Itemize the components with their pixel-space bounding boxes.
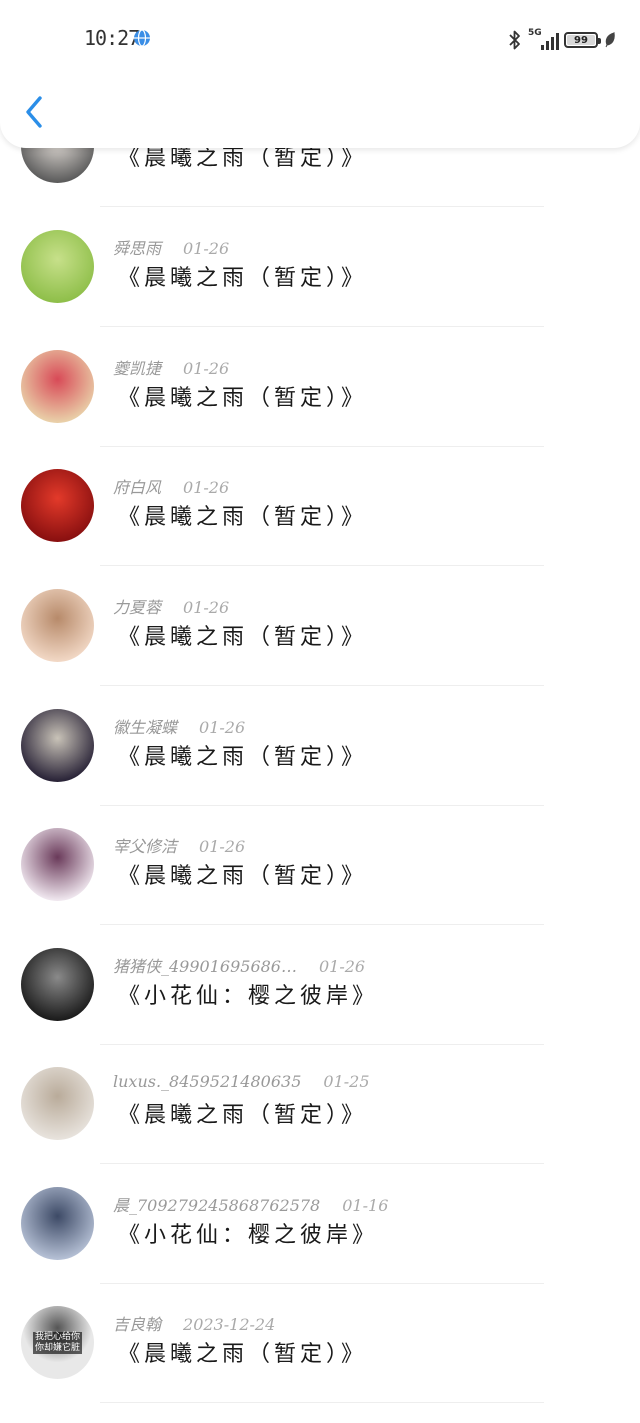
avatar-text: 我把心给你: [32, 1331, 82, 1343]
divider: [100, 206, 544, 207]
comment-date: 01-26: [199, 837, 246, 856]
list-item[interactable]: 府白风 01-26 《晨曦之雨（暂定）》: [0, 447, 640, 566]
comment-date: 01-26: [183, 598, 230, 617]
comment-text: 《晨曦之雨（暂定）》: [118, 505, 368, 530]
network-type: 5G: [528, 28, 542, 38]
user-name[interactable]: luxus._8459521480635: [113, 1072, 301, 1091]
list-item[interactable]: 力夏蓉 01-26 《晨曦之雨（暂定）》: [0, 567, 640, 686]
comment-text: 《晨曦之雨（暂定）》: [118, 1103, 368, 1128]
list-item[interactable]: 夔凯捷 01-26 《晨曦之雨（暂定）》: [0, 328, 640, 447]
battery-icon: 99: [564, 32, 601, 48]
comment-meta: 宰父修洁 01-26: [113, 833, 245, 857]
comment-date: 01-26: [183, 359, 230, 378]
avatar[interactable]: [21, 1187, 94, 1260]
globe-icon: [133, 29, 151, 47]
comment-date: 01-25: [323, 1072, 370, 1091]
back-button[interactable]: [18, 90, 58, 134]
battery-percent: 99: [574, 34, 588, 46]
divider: [100, 1163, 544, 1164]
list-item[interactable]: luxus._8459521480635 01-25 《晨曦之雨（暂定）》: [0, 1045, 640, 1164]
top-bar: 10:27 5G 99: [0, 0, 640, 148]
divider: [100, 565, 544, 566]
status-time: 10:27: [84, 26, 140, 50]
avatar[interactable]: [21, 350, 94, 423]
status-bar: 10:27 5G 99: [0, 22, 640, 58]
comment-date: 2023-12-24: [183, 1315, 276, 1334]
user-name[interactable]: 力夏蓉: [113, 598, 161, 617]
comment-meta: luxus._8459521480635 01-25: [113, 1072, 370, 1091]
comment-meta: 晨_709279245868762578 01-16: [113, 1192, 388, 1216]
avatar[interactable]: [21, 469, 94, 542]
comment-date: 01-26: [199, 718, 246, 737]
user-name[interactable]: 吉良翰: [113, 1315, 161, 1334]
bluetooth-icon: [508, 29, 522, 51]
divider: [100, 326, 544, 327]
comment-meta: 府白风 01-26: [113, 474, 229, 498]
avatar[interactable]: [21, 828, 94, 901]
user-name[interactable]: 宰父修洁: [113, 837, 177, 856]
user-name[interactable]: 舜思雨: [113, 239, 161, 258]
comment-date: 01-16: [342, 1196, 389, 1215]
avatar-text: 你却嫌它脏: [32, 1342, 82, 1354]
comment-text: 《小花仙：樱之彼岸》: [118, 984, 379, 1009]
comment-text: 《晨曦之雨（暂定）》: [118, 745, 368, 770]
avatar[interactable]: [21, 1067, 94, 1140]
list-item[interactable]: 晨_709279245868762578 01-16 《小花仙：樱之彼岸》: [0, 1165, 640, 1284]
user-name[interactable]: 府白风: [113, 478, 161, 497]
comment-text: 《晨曦之雨（暂定）》: [118, 386, 368, 411]
divider: [100, 1402, 544, 1403]
comment-text: 《小花仙：樱之彼岸》: [118, 1223, 379, 1248]
user-name[interactable]: 徽生凝蝶: [113, 718, 177, 737]
user-name[interactable]: 猪猪侠_49901695686…: [113, 957, 297, 976]
comment-text: 《晨曦之雨（暂定）》: [118, 625, 368, 650]
avatar[interactable]: [21, 589, 94, 662]
comment-meta: 舜思雨 01-26: [113, 235, 229, 259]
status-icons: 5G 99: [508, 26, 616, 54]
comment-date: 01-26: [318, 957, 366, 976]
divider: [100, 924, 544, 925]
user-name[interactable]: 夔凯捷: [113, 359, 161, 378]
comment-text: 《晨曦之雨（暂定）》: [118, 1342, 368, 1367]
comment-date: 01-26: [183, 478, 230, 497]
avatar[interactable]: [21, 230, 94, 303]
comment-meta: 夔凯捷 01-26: [113, 355, 229, 379]
list-item[interactable]: 宰父修洁 01-26 《晨曦之雨（暂定）》: [0, 806, 640, 925]
avatar[interactable]: [21, 709, 94, 782]
signal-icon: 5G: [528, 28, 559, 52]
avatar[interactable]: [21, 948, 94, 1021]
comment-text: 《晨曦之雨（暂定）》: [118, 266, 368, 291]
comment-date: 01-26: [183, 239, 230, 258]
list-item[interactable]: 徽生凝蝶 01-26 《晨曦之雨（暂定）》: [0, 687, 640, 806]
comment-text: 《晨曦之雨（暂定）》: [118, 864, 368, 889]
avatar[interactable]: 我把心给你 你却嫌它脏: [21, 1306, 94, 1379]
list-item[interactable]: 猪猪侠_49901695686… 01-26 《小花仙：樱之彼岸》: [0, 926, 640, 1045]
user-name[interactable]: 晨_709279245868762578: [113, 1196, 320, 1215]
comment-meta: 猪猪侠_49901695686… 01-26: [113, 953, 365, 977]
chevron-left-icon: [26, 96, 42, 128]
comment-meta: 力夏蓉 01-26: [113, 594, 229, 618]
leaf-icon: [604, 32, 616, 48]
comment-meta: 徽生凝蝶 01-26: [113, 714, 245, 738]
divider: [100, 685, 544, 686]
comment-meta: 吉良翰 2023-12-24: [113, 1311, 275, 1335]
list-item[interactable]: 我把心给你 你却嫌它脏 吉良翰 2023-12-24 《晨曦之雨（暂定）》: [0, 1284, 640, 1403]
list-item[interactable]: 舜思雨 01-26 《晨曦之雨（暂定）》: [0, 208, 640, 327]
